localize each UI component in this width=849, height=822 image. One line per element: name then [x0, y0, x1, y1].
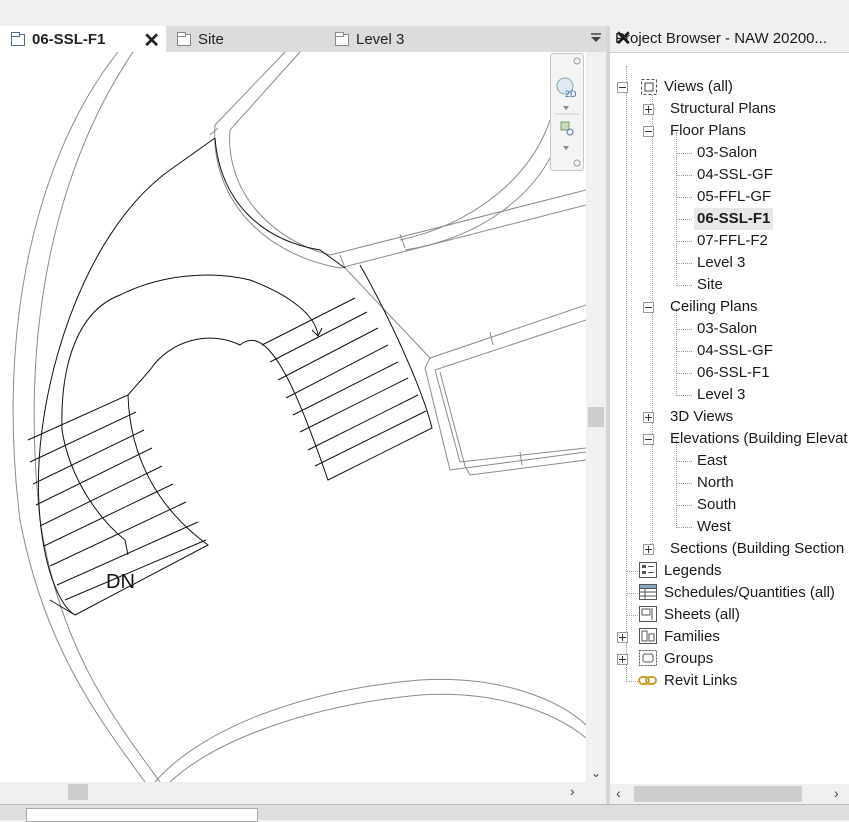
tree-item-elevation[interactable]: North [697, 472, 734, 494]
tree-item-sheets[interactable]: Sheets (all) [664, 604, 740, 626]
expand-groups-toggle[interactable] [617, 654, 628, 665]
tree-item-floor-plan-selected[interactable]: 06-SSL-F1 [694, 208, 774, 230]
tree-item-floor-plan[interactable]: 04-SSL-GF [697, 164, 773, 186]
tree-item-floor-plan[interactable]: 07-FFL-F2 [697, 230, 768, 252]
floor-plan-view-icon [335, 32, 349, 46]
revit-links-icon [638, 676, 657, 685]
collapse-floor-plans-toggle[interactable] [643, 126, 654, 137]
floor-plan-view-icon [177, 32, 191, 46]
navigation-wheel-icon[interactable]: 2D [551, 54, 583, 170]
tab-label: 06-SSL-F1 [32, 30, 106, 48]
tree-item-ceiling-plans[interactable]: Ceiling Plans [670, 296, 758, 318]
expand-families-toggle[interactable] [617, 632, 628, 643]
sheets-icon [639, 606, 657, 622]
horizontal-scroll-thumb[interactable] [68, 784, 88, 800]
tree-item-elevation[interactable]: East [697, 450, 727, 472]
tree-item-3d-views[interactable]: 3D Views [670, 406, 733, 428]
tree-item-ceiling-plan[interactable]: 06-SSL-F1 [697, 362, 770, 384]
expand-structural-plans-toggle[interactable] [643, 104, 654, 115]
close-tab-icon[interactable]: ✕ [143, 28, 160, 53]
tree-item-legends[interactable]: Legends [664, 560, 722, 582]
tree-item-families[interactable]: Families [664, 626, 720, 648]
tab-label: Level 3 [356, 30, 405, 48]
browser-horizontal-scrollbar[interactable]: ‹ › [610, 784, 849, 804]
tree-item-revit-links[interactable]: Revit Links [664, 670, 737, 692]
scroll-right-arrow-icon[interactable]: › [834, 785, 839, 801]
floor-plan-drawing: DN [12, 52, 586, 782]
drawing-canvas[interactable]: DN 2D [0, 52, 586, 782]
project-browser-tree: Views (all) Structural Plans Floor Plans… [610, 52, 849, 784]
stair-direction-label: DN [106, 571, 135, 593]
expand-sections-toggle[interactable] [643, 544, 654, 555]
view-tab-bar: 06-SSL-F1 ✕ Site Level 3 [0, 26, 608, 53]
tree-item-floor-plans[interactable]: Floor Plans [670, 120, 746, 142]
navigation-bar[interactable]: 2D [550, 53, 584, 171]
groups-icon [639, 650, 657, 666]
ribbon-edge [0, 0, 849, 26]
scroll-right-arrow-icon[interactable]: › [570, 783, 575, 799]
project-browser-title-bar: Project Browser - NAW 20200... ✕ [610, 26, 849, 53]
tab-site[interactable]: Site [166, 26, 326, 52]
tree-item-elevation[interactable]: West [697, 516, 731, 538]
tree-item-floor-plan[interactable]: 03-Salon [697, 142, 757, 164]
collapse-ceiling-plans-toggle[interactable] [643, 302, 654, 313]
tree-item-elevation[interactable]: South [697, 494, 736, 516]
tab-06-ssl-f1[interactable]: 06-SSL-F1 ✕ [0, 26, 166, 52]
tree-item-ceiling-plan[interactable]: Level 3 [697, 384, 745, 406]
scroll-down-arrow-icon[interactable]: ⌄ [586, 766, 606, 780]
close-browser-icon[interactable]: ✕ [615, 26, 845, 51]
project-browser: Project Browser - NAW 20200... ✕ Views (… [610, 26, 849, 804]
vertical-scroll-thumb[interactable] [588, 407, 604, 427]
status-bar [0, 804, 849, 822]
tree-item-groups[interactable]: Groups [664, 648, 713, 670]
schedules-icon [639, 584, 657, 600]
tree-item-floor-plan[interactable]: Site [697, 274, 723, 296]
tab-level-3[interactable]: Level 3 [326, 26, 526, 52]
tree-item-structural-plans[interactable]: Structural Plans [670, 98, 776, 120]
collapse-elevations-toggle[interactable] [643, 434, 654, 445]
views-icon [641, 79, 657, 95]
tree-item-schedules[interactable]: Schedules/Quantities (all) [664, 582, 835, 604]
floor-plan-view-icon [11, 32, 25, 46]
families-icon [639, 628, 657, 644]
tree-item-sections[interactable]: Sections (Building Section [670, 538, 844, 560]
tree-item-floor-plan[interactable]: Level 3 [697, 252, 745, 274]
tab-label: Site [198, 30, 224, 48]
tree-item-floor-plan[interactable]: 05-FFL-GF [697, 186, 771, 208]
tab-list-menu-icon[interactable] [590, 31, 602, 45]
scroll-left-arrow-icon[interactable]: ‹ [616, 785, 621, 801]
tree-item-views-all[interactable]: Views (all) [664, 76, 733, 98]
navbar-2d-label: 2D [565, 89, 577, 99]
browser-scroll-thumb[interactable] [634, 786, 802, 802]
tree-item-elevations[interactable]: Elevations (Building Elevat [670, 428, 848, 450]
canvas-vertical-scrollbar[interactable]: ⌄ [586, 52, 606, 782]
legends-icon [639, 562, 657, 578]
expand-3d-views-toggle[interactable] [643, 412, 654, 423]
status-model-field[interactable] [26, 808, 258, 822]
collapse-views-toggle[interactable] [617, 82, 628, 93]
tree-item-ceiling-plan[interactable]: 03-Salon [697, 318, 757, 340]
tree-item-ceiling-plan[interactable]: 04-SSL-GF [697, 340, 773, 362]
canvas-horizontal-scrollbar[interactable]: › [0, 782, 586, 802]
